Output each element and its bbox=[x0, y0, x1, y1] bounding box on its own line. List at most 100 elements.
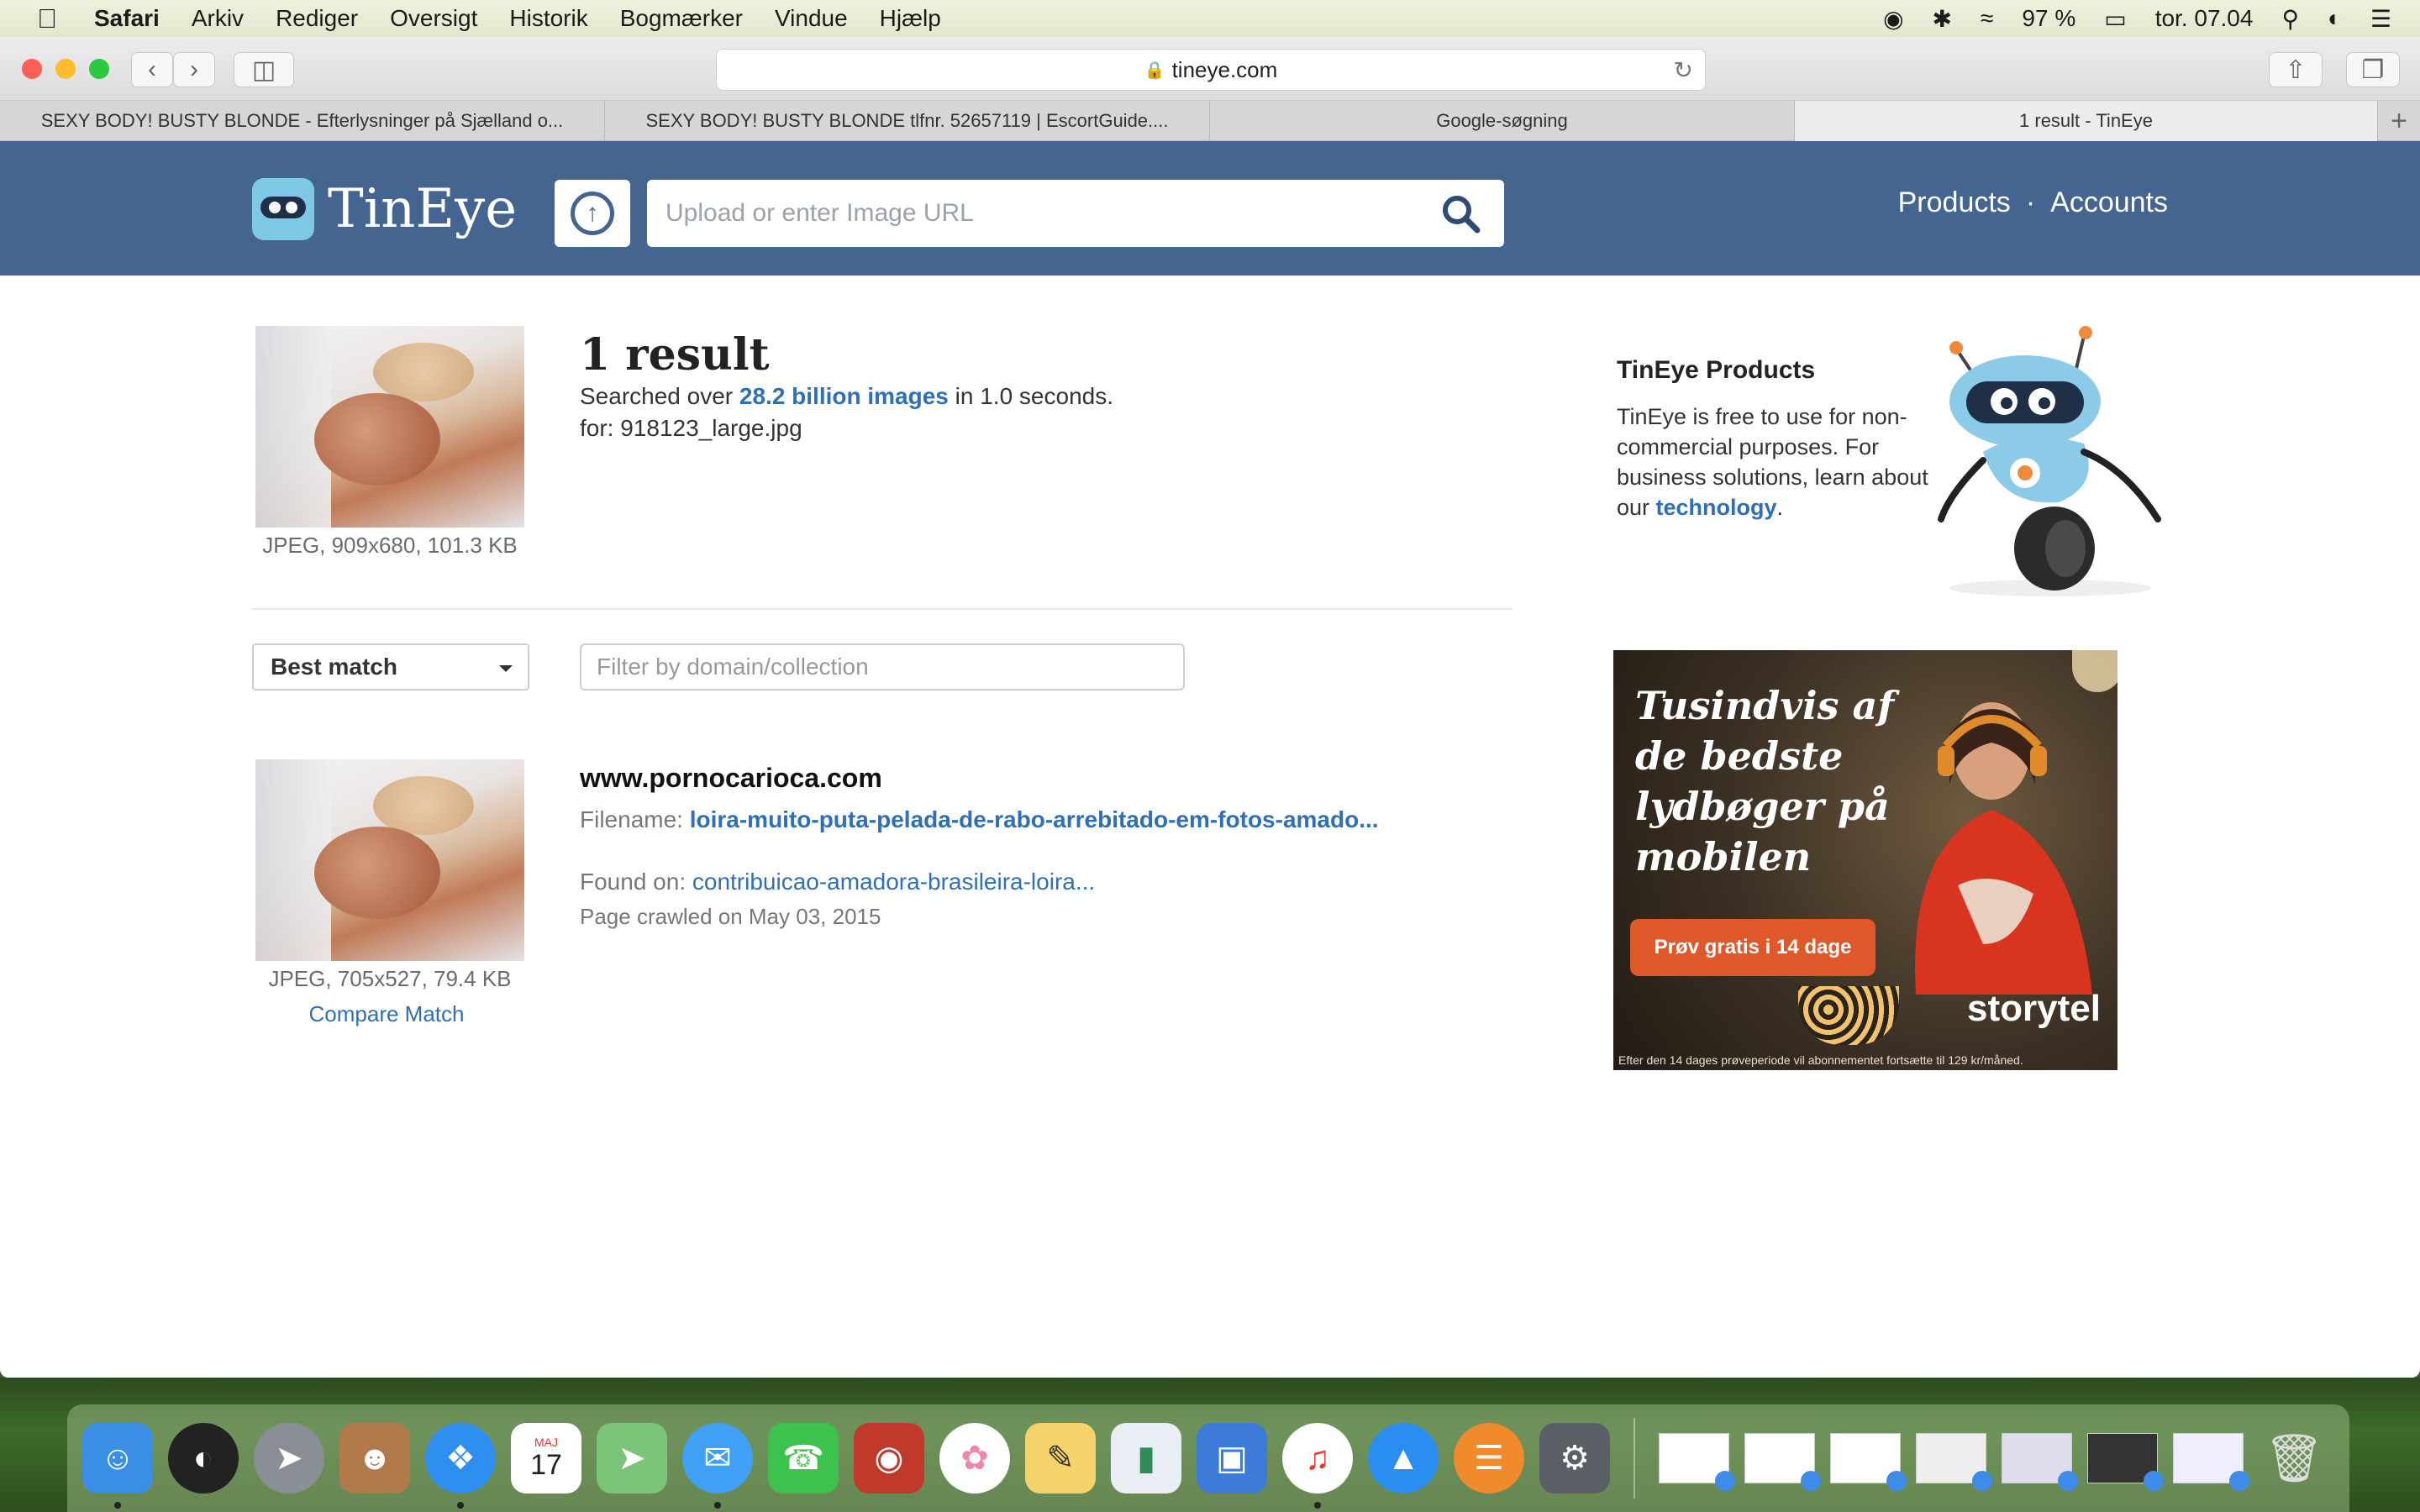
address-bar[interactable]: 🔒 tineye.com ↻ bbox=[716, 49, 1706, 91]
minimize-window-button[interactable] bbox=[55, 59, 76, 79]
searched-prefix: Searched over bbox=[580, 383, 739, 409]
query-image-thumbnail[interactable] bbox=[255, 326, 524, 528]
minimized-window-4[interactable] bbox=[1916, 1433, 1992, 1491]
share-button[interactable]: ⇧ bbox=[2269, 52, 2323, 87]
app-store-icon[interactable]: ▲ bbox=[1368, 1423, 1439, 1494]
bluetooth-icon[interactable]: ✱ bbox=[1933, 5, 1952, 33]
safari-window: ‹ › ◫ 🔒 tineye.com ↻ ⇧ ❐ SEXY BODY! BUST… bbox=[0, 37, 2420, 1378]
sidebar-toggle-button[interactable]: ◫ bbox=[234, 52, 294, 87]
filename-label: Filename: bbox=[580, 806, 690, 832]
compare-match-link[interactable]: Compare Match bbox=[252, 1001, 521, 1027]
nav-products[interactable]: Products bbox=[1898, 186, 2011, 219]
reload-icon[interactable]: ↻ bbox=[1674, 56, 1693, 84]
query-image-meta: JPEG, 909x680, 101.3 KB bbox=[262, 533, 518, 558]
plus-icon: + bbox=[2391, 104, 2407, 137]
keynote-icon[interactable]: ▣ bbox=[1197, 1423, 1267, 1494]
safari-icon[interactable]: ❖ bbox=[425, 1423, 496, 1509]
domain-filter-input[interactable]: Filter by domain/collection bbox=[580, 643, 1185, 690]
messages-icon[interactable]: ✉ bbox=[682, 1423, 753, 1509]
fullscreen-window-button[interactable] bbox=[89, 59, 109, 79]
maps-icon[interactable]: ➤ bbox=[597, 1423, 667, 1494]
pages-icon[interactable]: ✎ bbox=[1025, 1423, 1096, 1494]
photos-icon[interactable]: ✿ bbox=[939, 1423, 1010, 1494]
search-icon[interactable] bbox=[1439, 192, 1482, 235]
siri-dock-icon[interactable]: ◐ bbox=[168, 1423, 239, 1494]
match-image-thumbnail[interactable] bbox=[255, 759, 524, 961]
tab-1[interactable]: SEXY BODY! BUSTY BLONDE - Efterlysninger… bbox=[0, 101, 605, 141]
found-on-label: Found on: bbox=[580, 869, 692, 895]
chevron-right-icon: › bbox=[190, 55, 198, 83]
minimized-window-5[interactable] bbox=[2002, 1433, 2078, 1491]
storytel-advertisement[interactable]: Tusindvis af de bedste lydbøger på mobil… bbox=[1613, 650, 2118, 1070]
minimized-window-2[interactable] bbox=[1744, 1433, 1821, 1491]
filename-link[interactable]: loira-muito-puta-pelada-de-rabo-arrebita… bbox=[690, 806, 1379, 832]
sort-dropdown[interactable]: Best match bbox=[252, 643, 529, 690]
itunes-icon[interactable]: ♫ bbox=[1282, 1423, 1353, 1509]
show-tabs-button[interactable]: ❐ bbox=[2346, 52, 2400, 87]
header-nav: Products · Accounts bbox=[1898, 186, 2168, 219]
found-on-link[interactable]: contribuicao-amadora-brasileira-loira... bbox=[692, 869, 1095, 895]
calendar-icon[interactable]: MAJ 17 bbox=[511, 1423, 581, 1494]
menu-bogmaerker[interactable]: Bogmærker bbox=[620, 5, 743, 32]
minimized-window-6[interactable] bbox=[2087, 1433, 2164, 1491]
upload-image-button[interactable]: ↑ bbox=[555, 180, 630, 247]
dock: ☺ ◐ ➤ ☻ ❖ MAJ 17 ➤ ✉ ☎ ◉ ✿ ✎ ▮ ▣ ♫ ▲ ☰ ⚙… bbox=[67, 1404, 2349, 1512]
spotlight-search-icon[interactable]: ⚲ bbox=[2281, 5, 2299, 33]
finder-icon[interactable]: ☺ bbox=[82, 1423, 153, 1509]
forward-button[interactable]: › bbox=[173, 52, 215, 87]
tab-1-title: SEXY BODY! BUSTY BLONDE - Efterlysninger… bbox=[40, 110, 564, 131]
match-found-on: Found on: contribuicao-amadora-brasileir… bbox=[580, 869, 1095, 895]
results-content: JPEG, 909x680, 101.3 KB 1 result Searche… bbox=[0, 276, 2420, 1378]
menu-clock[interactable]: tor. 07.04 bbox=[2155, 5, 2254, 32]
tab-2[interactable]: SEXY BODY! BUSTY BLONDE tlfnr. 52657119 … bbox=[605, 101, 1210, 141]
tineye-logo[interactable]: TinEye bbox=[252, 178, 517, 240]
chevron-left-icon: ‹ bbox=[148, 55, 156, 83]
tab-bar: SEXY BODY! BUSTY BLONDE - Efterlysninger… bbox=[0, 101, 2420, 141]
menu-hjaelp[interactable]: Hjælp bbox=[880, 5, 941, 32]
technology-link[interactable]: technology bbox=[1656, 495, 1777, 520]
notification-center-icon[interactable]: ☰ bbox=[2370, 5, 2391, 33]
battery-icon[interactable]: ▭ bbox=[2104, 5, 2126, 33]
billion-images-link[interactable]: 28.2 billion images bbox=[739, 383, 949, 409]
contacts-icon[interactable]: ☻ bbox=[339, 1423, 410, 1494]
calendar-month: MAJ bbox=[534, 1435, 558, 1449]
privacy-eye-icon[interactable]: ◉ bbox=[1883, 5, 1903, 33]
close-window-button[interactable] bbox=[22, 59, 42, 79]
photo-booth-icon[interactable]: ◉ bbox=[854, 1423, 924, 1494]
tab-3[interactable]: Google-søgning bbox=[1210, 101, 1795, 141]
minimized-window-1[interactable] bbox=[1659, 1433, 1735, 1491]
battery-percentage[interactable]: 97 % bbox=[2022, 5, 2075, 32]
tab-4-active[interactable]: 1 result - TinEye bbox=[1795, 101, 2378, 141]
facetime-icon[interactable]: ☎ bbox=[768, 1423, 839, 1494]
menu-historik[interactable]: Historik bbox=[509, 5, 587, 32]
launchpad-icon[interactable]: ➤ bbox=[254, 1423, 324, 1494]
nav-accounts[interactable]: Accounts bbox=[2050, 186, 2168, 219]
back-button[interactable]: ‹ bbox=[131, 52, 173, 87]
minimized-window-7[interactable] bbox=[2173, 1433, 2249, 1491]
menu-rediger[interactable]: Rediger bbox=[276, 5, 358, 32]
tab-2-title: SEXY BODY! BUSTY BLONDE tlfnr. 52657119 … bbox=[645, 110, 1169, 131]
products-text-end: . bbox=[1776, 495, 1784, 520]
new-tab-button[interactable]: + bbox=[2378, 101, 2420, 141]
cup-graphic bbox=[1798, 986, 1899, 1045]
numbers-icon[interactable]: ▮ bbox=[1111, 1423, 1181, 1494]
wifi-icon[interactable]: ≈ bbox=[1981, 5, 1993, 32]
title-bar: ‹ › ◫ 🔒 tineye.com ↻ ⇧ ❐ bbox=[0, 37, 2420, 101]
trash-icon[interactable]: 🗑 bbox=[2259, 1423, 2329, 1494]
ad-cta-button[interactable]: Prøv gratis i 14 dage bbox=[1630, 919, 1876, 976]
products-title: TinEye Products bbox=[1617, 356, 1816, 384]
minimized-window-3[interactable] bbox=[1830, 1433, 1907, 1491]
menu-safari[interactable]: Safari bbox=[94, 5, 160, 32]
menu-vindue[interactable]: Vindue bbox=[775, 5, 848, 32]
result-count: 1 result bbox=[580, 329, 770, 381]
match-filename: Filename: loira-muito-puta-pelada-de-rab… bbox=[580, 806, 1379, 833]
menu-oversigt[interactable]: Oversigt bbox=[390, 5, 477, 32]
filter-placeholder: Filter by domain/collection bbox=[597, 654, 869, 680]
ibooks-icon[interactable]: ☰ bbox=[1454, 1423, 1524, 1494]
image-url-input[interactable] bbox=[666, 199, 1405, 228]
siri-icon[interactable]: ◐ bbox=[2328, 5, 2342, 32]
match-domain[interactable]: www.pornocarioca.com bbox=[580, 763, 882, 794]
system-preferences-icon[interactable]: ⚙ bbox=[1539, 1423, 1610, 1494]
apple-menu-icon[interactable]:  bbox=[0, 3, 94, 34]
menu-arkiv[interactable]: Arkiv bbox=[192, 5, 244, 32]
